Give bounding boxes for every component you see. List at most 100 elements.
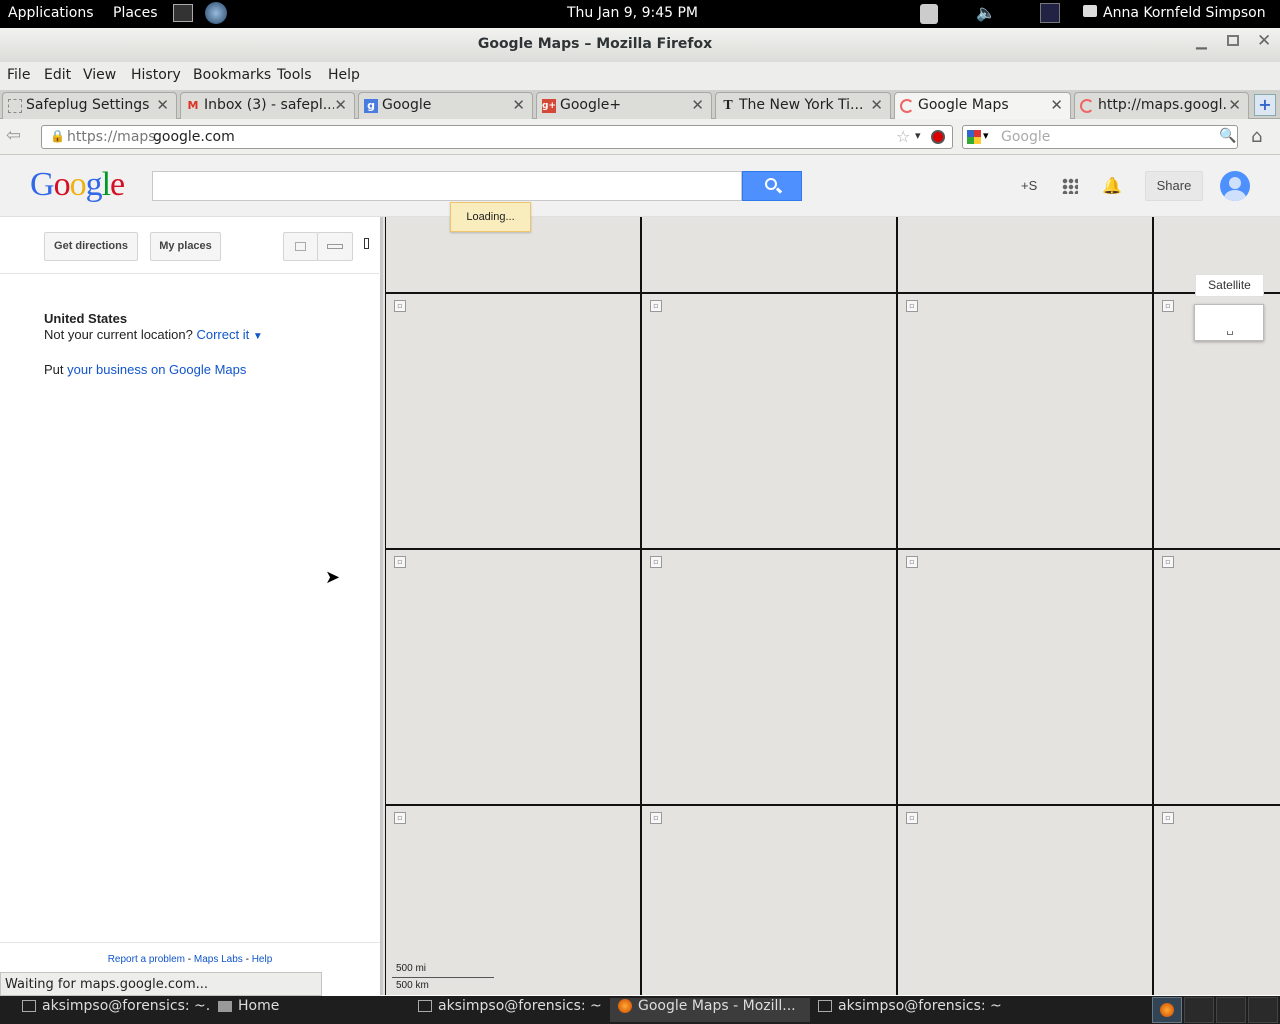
maps-labs-link[interactable]: Maps Labs <box>194 954 243 965</box>
workspace-2[interactable] <box>1184 997 1214 1023</box>
scale-miles: 500 mi <box>396 963 427 974</box>
places-menu[interactable]: Places <box>113 5 158 21</box>
task-terminal-3[interactable]: aksimpso@forensics: ~ <box>810 998 1010 1022</box>
print-button[interactable] <box>283 232 318 261</box>
tab-google[interactable]: g Google ✕ <box>358 92 533 119</box>
apps-grid-icon[interactable] <box>1062 178 1078 194</box>
minimize-icon[interactable]: ▁ <box>1196 34 1207 50</box>
search-icon[interactable]: 🔍 <box>1219 128 1236 144</box>
task-home[interactable]: Home <box>210 998 410 1022</box>
browser-launcher-icon[interactable] <box>205 2 227 24</box>
home-icon[interactable]: ⌂ <box>1251 126 1262 147</box>
share-button[interactable]: Share <box>1145 171 1203 201</box>
close-tab-icon[interactable]: ✕ <box>870 96 883 114</box>
task-firefox[interactable]: Google Maps - Mozill... <box>610 998 810 1022</box>
maximize-icon[interactable] <box>1227 35 1239 46</box>
applications-menu[interactable]: Applications <box>8 5 94 21</box>
close-tab-icon[interactable]: ✕ <box>1228 96 1241 114</box>
tab-google-maps[interactable]: Google Maps ✕ <box>894 92 1071 119</box>
window-titlebar: Google Maps – Mozilla Firefox ▁ ✕ <box>0 28 1280 62</box>
search-engine-icon[interactable] <box>967 130 981 144</box>
firefox-icon <box>1160 1003 1174 1017</box>
chat-icon[interactable] <box>1083 5 1097 17</box>
maps-search-input[interactable] <box>152 171 742 201</box>
tab-safeplug-settings[interactable]: Safeplug Settings ✕ <box>2 92 177 119</box>
link-button[interactable] <box>317 232 353 261</box>
nyt-icon: T <box>723 98 733 113</box>
map-tile <box>897 217 1153 293</box>
menubar: File Edit View History Bookmarks Tools H… <box>0 62 1280 90</box>
history-dropdown-icon[interactable]: ▾ <box>915 129 921 142</box>
broken-image-icon: ▫ <box>1162 556 1174 568</box>
satellite-toggle[interactable]: Satellite <box>1195 274 1264 297</box>
broken-image-icon: ▫ <box>906 300 918 312</box>
network-icon[interactable] <box>1040 3 1060 23</box>
close-tab-icon[interactable]: ✕ <box>1050 96 1063 114</box>
scale-bar <box>392 977 494 978</box>
dropdown-arrow-icon[interactable]: ▼ <box>253 331 263 342</box>
maps-left-panel: Get directions My places United States N… <box>0 217 381 995</box>
map-tile: ▫ <box>641 805 897 995</box>
volume-icon[interactable]: 🔈 <box>976 3 996 22</box>
menu-file[interactable]: File <box>7 67 30 83</box>
help-link[interactable]: Help <box>252 954 273 965</box>
new-tab-icon[interactable]: + <box>1254 94 1276 116</box>
menu-bookmarks[interactable]: Bookmarks <box>193 67 271 83</box>
tab-strip: Safeplug Settings ✕ M Inbox (3) - safepl… <box>0 90 1280 119</box>
mouse-cursor-icon: ➤ <box>325 567 341 587</box>
map-tile: ▫ <box>897 549 1153 805</box>
search-bar[interactable]: ▾ Google 🔍 <box>962 125 1238 149</box>
business-link[interactable]: your business on Google Maps <box>67 362 246 377</box>
map-tile: ▫ <box>897 293 1153 549</box>
menu-tools[interactable]: Tools <box>277 67 312 83</box>
notification-icon[interactable] <box>920 4 938 24</box>
notifications-bell-icon[interactable]: 🔔 <box>1102 176 1122 195</box>
workspace-4[interactable] <box>1248 997 1278 1023</box>
tab-google-plus[interactable]: g+ Google+ ✕ <box>536 92 712 119</box>
workspace-1[interactable] <box>1152 997 1182 1023</box>
engine-dropdown-icon[interactable]: ▾ <box>983 129 989 142</box>
back-icon[interactable]: ⇦ <box>6 125 21 146</box>
map-canvas[interactable]: ▫ ▫ ▫ ▫ ▫ ▫ ▫ ▫ ▫ ▫ ▫ ▫ Satellite 500 mi 500 km <box>383 217 1280 995</box>
map-tile: ▫ <box>641 293 897 549</box>
top-panel: Applications Places Thu Jan 9, 9:45 PM 🔈… <box>0 0 1280 28</box>
scale-km: 500 km <box>396 980 429 991</box>
close-tab-icon[interactable]: ✕ <box>334 96 347 114</box>
broken-image-icon: ▫ <box>906 556 918 568</box>
close-window-icon[interactable]: ✕ <box>1257 31 1271 51</box>
close-tab-icon[interactable]: ✕ <box>156 96 169 114</box>
google-logo[interactable]: Google <box>30 166 125 204</box>
clock[interactable]: Thu Jan 9, 9:45 PM <box>567 5 698 21</box>
menu-help[interactable]: Help <box>328 67 360 83</box>
bookmark-star-icon[interactable]: ☆ <box>896 127 910 146</box>
task-terminal-1[interactable]: aksimpso@forensics: ~... <box>14 998 210 1022</box>
tab-nytimes[interactable]: T The New York Ti... ✕ <box>715 92 891 119</box>
terminal-icon <box>22 1000 36 1012</box>
close-tab-icon[interactable]: ✕ <box>512 96 525 114</box>
correct-it-link[interactable]: Correct it <box>196 327 249 342</box>
url-bar[interactable]: 🔒 https://maps. google.com ☆ ▾ <box>41 125 953 149</box>
user-menu[interactable]: Anna Kornfeld Simpson <box>1103 5 1266 21</box>
print-icon <box>295 241 306 251</box>
satellite-thumbnail[interactable] <box>1194 304 1264 341</box>
tab-maps-url[interactable]: http://maps.googl... ✕ <box>1074 92 1249 119</box>
menu-history[interactable]: History <box>131 67 181 83</box>
record-icon[interactable] <box>931 130 945 144</box>
google-plus-icon: g+ <box>542 99 556 113</box>
maps-search-button[interactable] <box>742 171 802 201</box>
avatar[interactable] <box>1220 171 1250 201</box>
menu-edit[interactable]: Edit <box>44 67 71 83</box>
window-title: Google Maps – Mozilla Firefox <box>477 36 713 52</box>
menu-view[interactable]: View <box>83 67 116 83</box>
get-directions-button[interactable]: Get directions <box>44 232 138 261</box>
plus-s-link[interactable]: +S <box>1021 178 1037 193</box>
workspace-3[interactable] <box>1216 997 1246 1023</box>
terminal-launcher-icon[interactable] <box>173 4 193 22</box>
business-note: Put your business on Google Maps <box>44 362 247 377</box>
my-places-button[interactable]: My places <box>150 232 221 261</box>
task-terminal-2[interactable]: aksimpso@forensics: ~ <box>410 998 610 1022</box>
tab-inbox[interactable]: M Inbox (3) - safepl... ✕ <box>180 92 355 119</box>
close-tab-icon[interactable]: ✕ <box>691 96 704 114</box>
collapse-panel-icon[interactable] <box>364 238 369 249</box>
report-problem-link[interactable]: Report a problem <box>108 954 185 965</box>
